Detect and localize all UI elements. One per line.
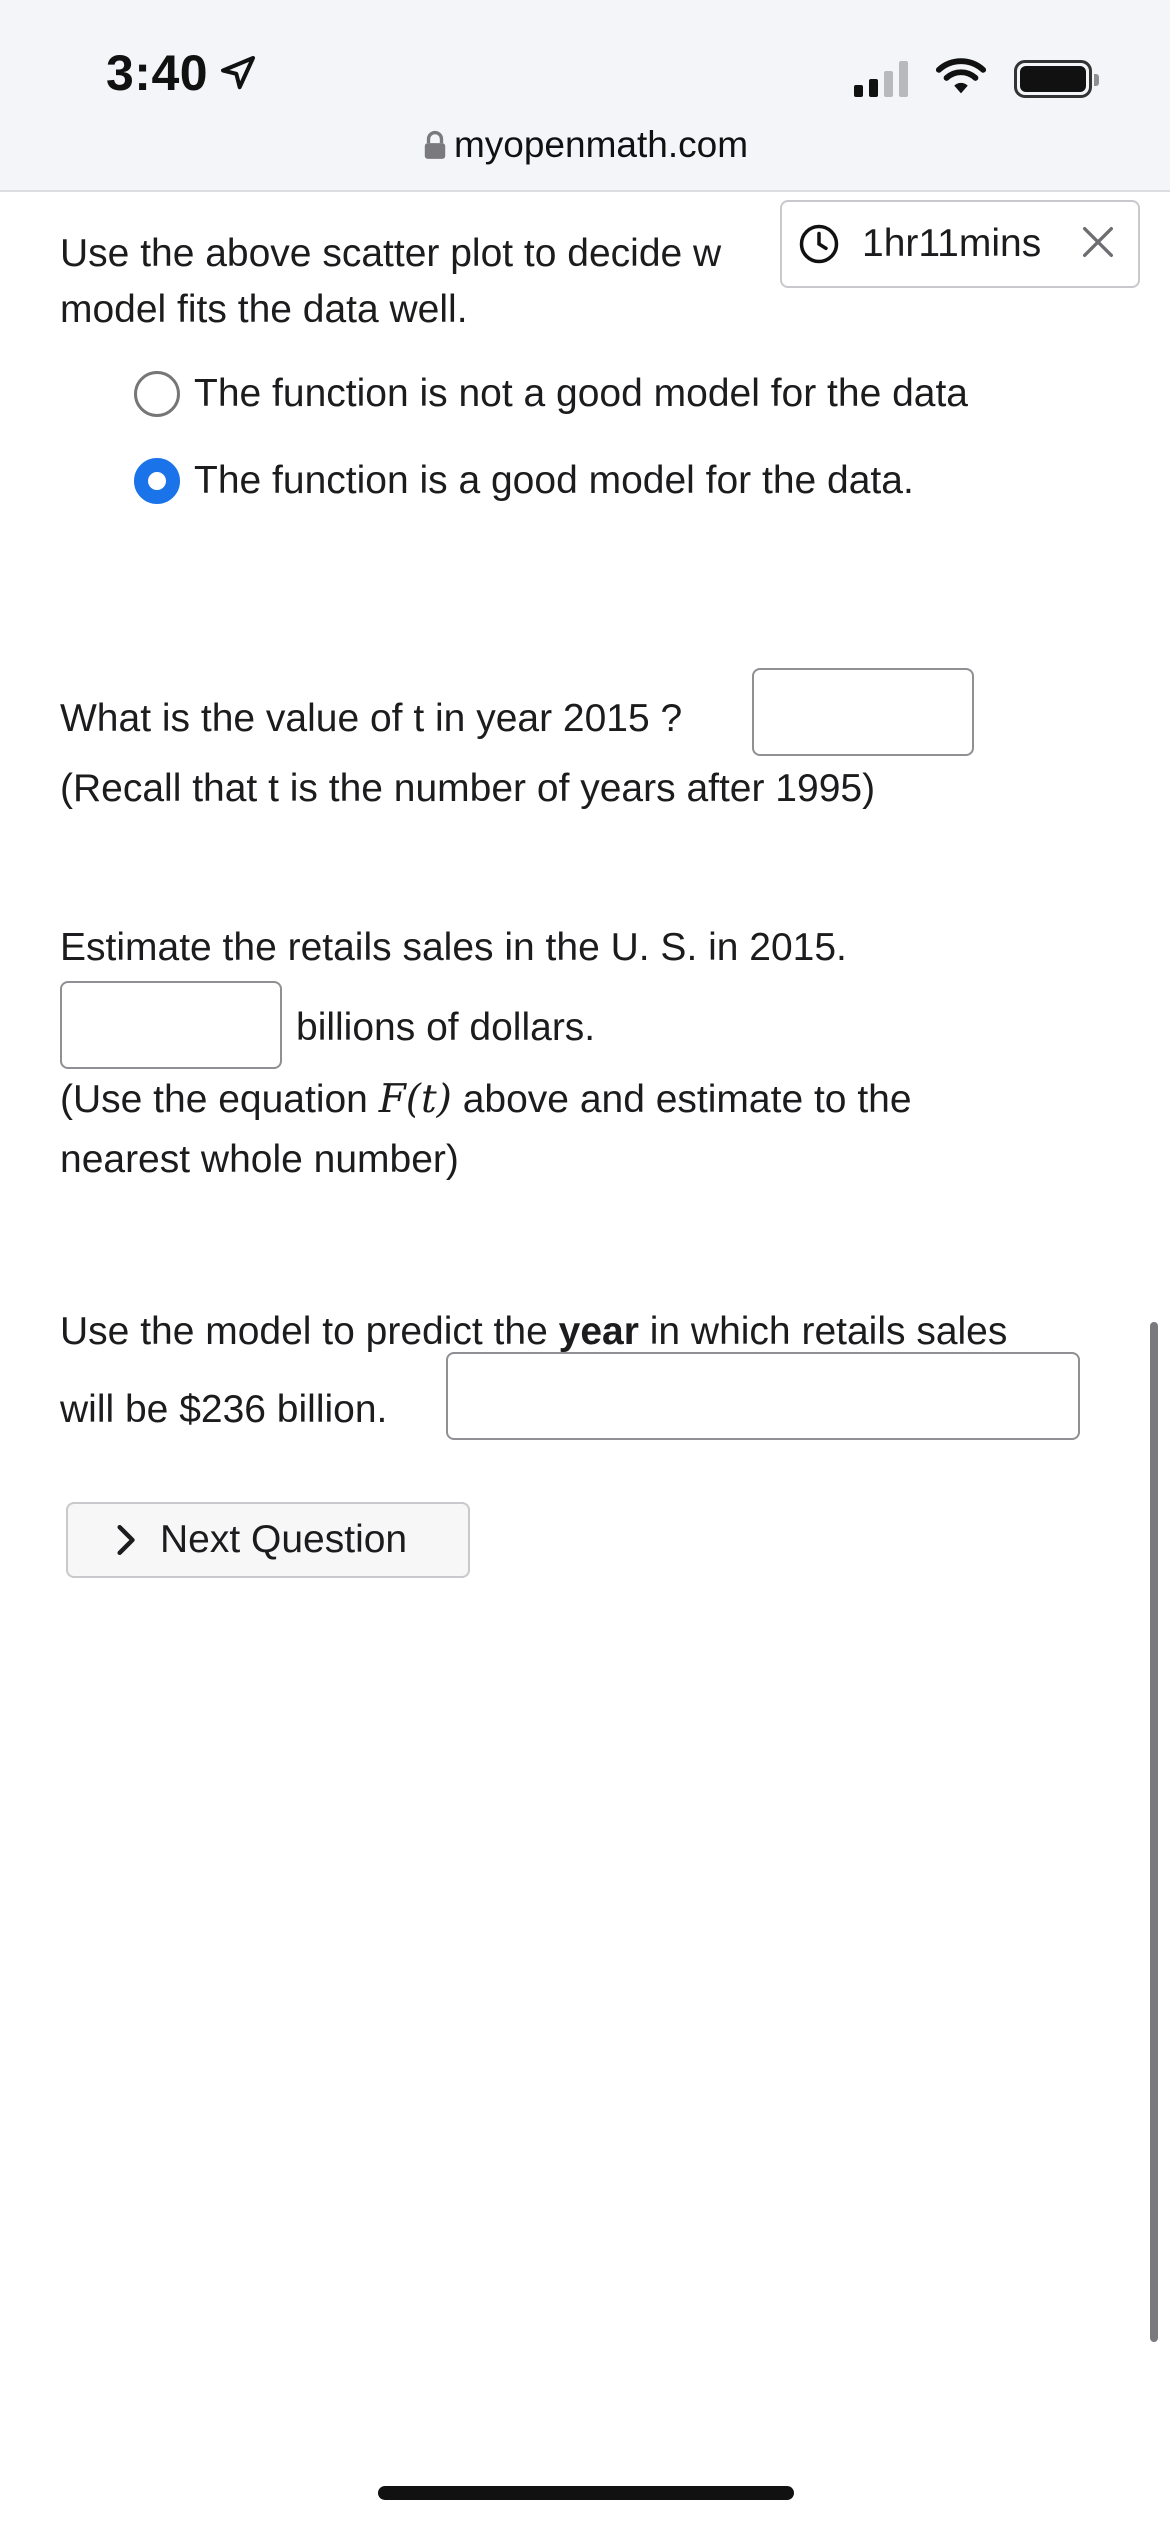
t-recall: (Recall that t is the number of years af… [60, 767, 876, 810]
battery-icon [1014, 59, 1099, 98]
status-clock: 3:40 [106, 44, 258, 102]
url-text: myopenmath.com [453, 124, 749, 165]
option-not-good-model[interactable]: The function is not a good model for the… [134, 371, 968, 417]
browser-topbar: 3:40 myopenmath.com [0, 0, 1170, 192]
page: 3:40 myopenmath.com Use the above scatte… [0, 0, 1170, 2532]
home-indicator[interactable] [378, 2486, 794, 2500]
next-question-button[interactable]: Next Question [66, 1502, 470, 1578]
option-label: The function is not a good model for the… [194, 372, 969, 415]
fit-prompt: Use the above scatter plot to decide w m… [60, 226, 721, 338]
timer-panel: 1hr11mins [780, 200, 1140, 288]
hint-post: above and estimate to the [462, 1078, 912, 1121]
fit-prompt-line1: Use the above scatter plot to decide w [60, 232, 722, 275]
status-icons [854, 56, 1099, 101]
predict-post: in which retails sales [649, 1310, 1008, 1353]
predict-bold: year [558, 1310, 639, 1353]
scrollbar[interactable] [1150, 1322, 1158, 2342]
equation-f-of-t: F(t) [378, 1077, 452, 1122]
predict-pre: Use the model to predict the [60, 1310, 548, 1353]
status-time: 3:40 [106, 45, 209, 101]
location-arrow-icon [221, 56, 256, 90]
t-value-input[interactable] [752, 668, 974, 756]
estimate-unit: billions of dollars. [296, 1006, 596, 1049]
timer-label: 1hr11mins [862, 222, 1042, 265]
radio-not-good[interactable] [134, 371, 180, 417]
option-good-model[interactable]: The function is a good model for the dat… [134, 458, 914, 504]
next-question-label: Next Question [160, 1518, 408, 1561]
hint-line2: nearest whole number) [60, 1138, 459, 1181]
lock-icon [424, 130, 446, 159]
clock-icon [799, 224, 839, 264]
predict-year-input[interactable] [446, 1352, 1080, 1440]
estimate-input[interactable] [60, 981, 282, 1069]
cellular-signal-icon [854, 60, 908, 97]
fit-prompt-line2: model fits the data well. [60, 288, 468, 331]
option-label: The function is a good model for the dat… [194, 459, 914, 502]
wifi-icon [934, 56, 988, 101]
chevron-right-icon [117, 1524, 135, 1556]
address-bar[interactable]: myopenmath.com [0, 124, 1170, 166]
radio-good[interactable] [134, 458, 180, 504]
estimate-hint: (Use the equation F(t) above and estimat… [60, 1070, 912, 1190]
close-icon[interactable] [1078, 222, 1118, 262]
estimate-prompt: Estimate the retails sales in the U. S. … [60, 926, 847, 969]
hint-pre: (Use the equation [60, 1078, 368, 1121]
